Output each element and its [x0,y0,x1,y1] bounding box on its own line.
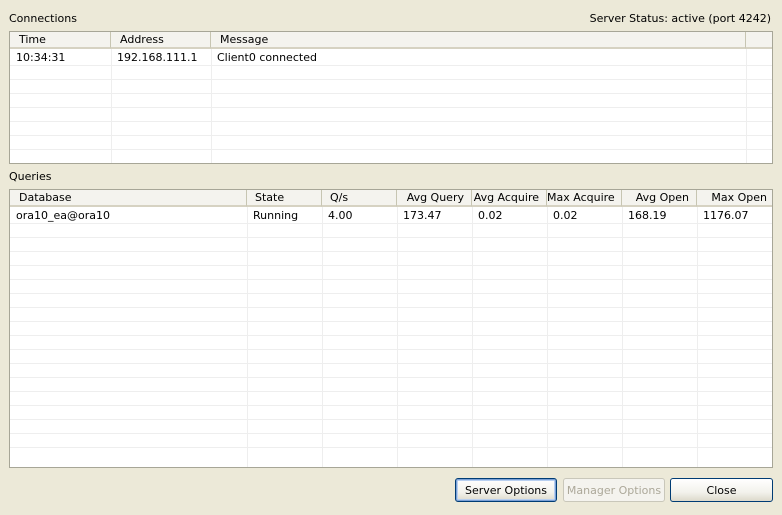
column-header-time[interactable]: Time [10,32,111,49]
queries-table[interactable]: Database State Q/s Avg Query Avg Acquire… [9,189,773,468]
grid-line [10,93,772,94]
column-header-avg-query[interactable]: Avg Query [397,190,472,207]
grid-line [746,49,747,163]
grid-line [547,207,548,467]
column-header-avg-open[interactable]: Avg Open [622,190,697,207]
queries-label: Queries [9,170,52,183]
grid-line [10,447,772,448]
cell-database: ora10_ea@ora10 [16,209,110,222]
grid-line [10,65,772,66]
column-header-database[interactable]: Database [10,190,247,207]
manager-options-button[interactable]: Manager Options [563,478,665,502]
column-header-state[interactable]: State [247,190,322,207]
column-header-avg-acquire[interactable]: Avg Acquire [472,190,547,207]
cell-max-acquire: 0.02 [553,209,578,222]
grid-line [10,307,772,308]
cell-avg-query: 173.47 [403,209,442,222]
grid-line [211,49,212,163]
connections-label: Connections [9,12,77,25]
column-header-max-acquire[interactable]: Max Acquire [547,190,622,207]
grid-line [10,405,772,406]
cell-state: Running [253,209,299,222]
cell-message: Client0 connected [217,51,317,64]
grid-line [10,223,772,224]
grid-line [10,293,772,294]
column-header-qps[interactable]: Q/s [322,190,397,207]
close-button[interactable]: Close [670,478,773,502]
cell-address: 192.168.111.1 [117,51,198,64]
column-header-address[interactable]: Address [111,32,211,49]
grid-line [247,207,248,467]
grid-line [10,363,772,364]
grid-line [10,321,772,322]
grid-line [10,237,772,238]
grid-line [10,79,772,80]
connections-table[interactable]: Time Address Message 10:34:31 192.168.11… [9,31,773,164]
grid-line [10,335,772,336]
server-status-text: Server Status: active (port 4242) [589,12,771,25]
grid-line [10,121,772,122]
grid-line [10,377,772,378]
grid-line [622,207,623,467]
grid-line [111,49,112,163]
cell-max-open: 1176.07 [703,209,749,222]
cell-time: 10:34:31 [16,51,66,64]
column-header-max-open[interactable]: Max Open [697,190,772,207]
cell-qps: 4.00 [328,209,353,222]
column-header-message[interactable]: Message [211,32,746,49]
grid-line [10,279,772,280]
grid-line [397,207,398,467]
grid-line [10,419,772,420]
server-options-button[interactable]: Server Options [455,478,557,502]
grid-line [10,251,772,252]
grid-line [10,265,772,266]
cell-avg-open: 168.19 [628,209,667,222]
grid-line [10,391,772,392]
column-header-filler [746,32,772,49]
grid-line [10,349,772,350]
grid-line [10,149,772,150]
grid-line [472,207,473,467]
cell-avg-acquire: 0.02 [478,209,503,222]
grid-line [322,207,323,467]
grid-line [10,433,772,434]
grid-line [10,107,772,108]
grid-line [697,207,698,467]
grid-line [10,135,772,136]
